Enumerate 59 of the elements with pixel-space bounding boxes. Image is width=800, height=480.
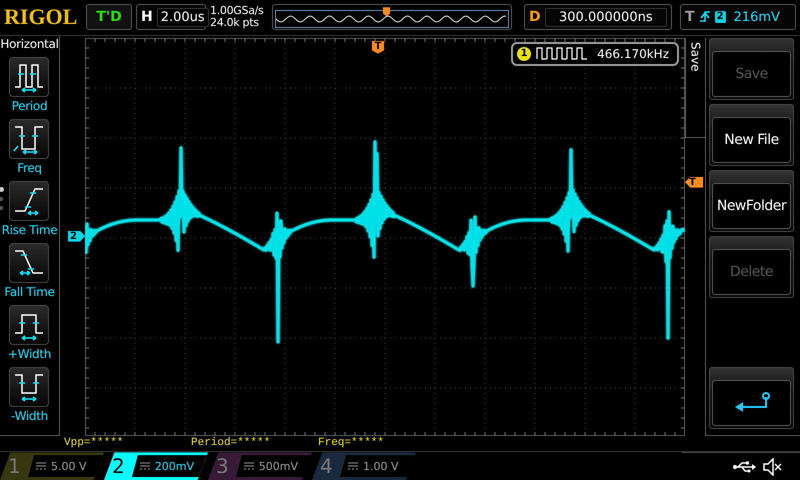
menu-title: Save <box>688 42 702 74</box>
measure-label[interactable]: Freq <box>17 160 42 175</box>
run-status[interactable]: T'D <box>86 4 132 30</box>
back-button[interactable] <box>709 366 794 429</box>
measure-button[interactable] <box>9 118 50 159</box>
sample-rate: 1.00GSa/s <box>210 5 264 18</box>
measure-button[interactable] <box>9 366 50 407</box>
measure-button[interactable] <box>9 56 50 97</box>
trigger-level-marker: T <box>685 176 703 188</box>
muted-speaker-icon <box>762 458 782 476</box>
coupling-icon <box>244 462 254 470</box>
measurement-readout: Freq=***** <box>318 437 386 450</box>
measure-button[interactable] <box>9 304 50 345</box>
timebase-value: 2.00us <box>156 8 209 27</box>
channel-tab[interactable]: 2 200mV <box>104 452 208 480</box>
square-wave-icon <box>535 46 590 62</box>
measure-label[interactable]: Fall Time <box>4 284 55 299</box>
menu-title: Horizontal <box>0 36 59 51</box>
trigger-level: 216mV <box>734 10 780 25</box>
channel-scale: 200mV <box>154 460 194 473</box>
trigger-position-icon <box>383 7 390 16</box>
channel-tab[interactable]: 1 5.00 V <box>0 452 104 480</box>
coupling-icon <box>36 462 46 470</box>
channel-scale: 1.00 V <box>363 460 399 473</box>
counter-channel: 1 <box>517 46 532 61</box>
measure-label[interactable]: Period <box>12 98 48 113</box>
channel-tab[interactable]: 4 1.00 V <box>312 452 416 480</box>
channel-marker: 2 <box>68 230 85 242</box>
coupling-icon <box>140 462 150 470</box>
delay-box[interactable]: D 300.000000ns <box>524 4 672 30</box>
channel-tab[interactable]: 3 500mV <box>208 452 312 480</box>
usb-icon <box>732 460 756 473</box>
measure-button[interactable] <box>9 242 50 283</box>
trigger-label: T <box>685 9 695 26</box>
measure-label[interactable]: +Width <box>8 346 52 361</box>
memory-wave-icon <box>275 10 509 28</box>
measure-button[interactable] <box>9 180 50 221</box>
delay-value: 300.000000ns <box>544 8 667 27</box>
measurement-readout: Period=***** <box>191 437 272 450</box>
measure-label[interactable]: -Width <box>11 408 48 423</box>
channel-number: 2 <box>112 454 126 478</box>
trigger-source: 2 <box>714 11 726 24</box>
brand-logo: RIGOL <box>4 4 78 30</box>
delay-label: D <box>529 9 541 26</box>
timebase-label: H <box>141 9 153 26</box>
channel-scale: 5.00 V <box>51 460 87 473</box>
measure-label[interactable]: Rise Time <box>2 222 58 237</box>
channel-number: 1 <box>8 454 22 478</box>
measurement-readout: Vpp=***** <box>64 437 124 450</box>
timebase-box[interactable]: H 2.00us <box>136 4 206 30</box>
trigger-box[interactable]: T 2 216mV <box>680 4 796 30</box>
menu-button[interactable]: NewFolder <box>709 170 794 232</box>
channel-number: 3 <box>216 454 230 478</box>
memory-depth: 24.0k pts <box>210 17 260 30</box>
coupling-icon <box>348 462 358 470</box>
counter-value: 466.170kHz <box>597 46 669 61</box>
channel-scale: 500mV <box>258 460 298 473</box>
channel-number: 4 <box>320 454 334 478</box>
menu-button[interactable]: New File <box>709 104 794 166</box>
